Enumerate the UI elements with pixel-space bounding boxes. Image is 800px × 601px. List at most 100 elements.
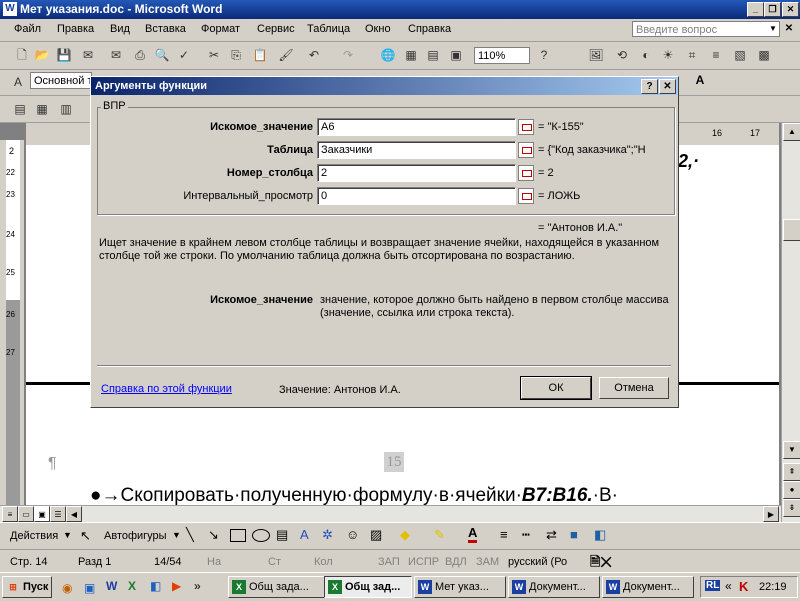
menu-tools[interactable]: Сервис [257, 23, 295, 35]
quicklaunch-app-icon[interactable]: ▶ [172, 579, 181, 593]
outline-view-icon[interactable]: ☰ [50, 506, 66, 522]
document-close-icon[interactable]: ✕ [782, 22, 796, 36]
email-icon[interactable]: ✉ [108, 47, 124, 63]
collapse-dialog-icon[interactable] [518, 165, 534, 181]
menu-edit[interactable]: Правка [57, 23, 94, 35]
select-browse-object-icon[interactable]: ● [783, 481, 800, 499]
minimize-button[interactable]: _ [747, 2, 764, 17]
line-style-icon[interactable]: ≡ [500, 527, 508, 542]
permission-icon[interactable]: ✉ [80, 47, 96, 63]
antivirus-icon[interactable]: K [739, 579, 748, 594]
scroll-right-icon[interactable]: ▶ [763, 506, 779, 522]
dialog-titlebar[interactable]: Аргументы функции [91, 77, 678, 95]
next-page-icon[interactable]: ⇟ [783, 499, 800, 517]
spelling-icon[interactable]: ✓ [176, 47, 192, 63]
cut-icon[interactable]: ✂ [206, 47, 222, 63]
actions-menu[interactable]: Действия [10, 530, 58, 542]
quicklaunch-desktop-icon[interactable]: ▣ [84, 581, 95, 595]
chevron-down-icon[interactable]: ▼ [172, 530, 181, 540]
tables-borders-icon[interactable]: ▦ [403, 47, 419, 63]
menu-help[interactable]: Справка [408, 23, 451, 35]
picture-icon[interactable]: 🖼 [588, 47, 604, 63]
quicklaunch-word-icon[interactable]: W [106, 579, 117, 593]
restore-button[interactable]: ❐ [764, 2, 781, 17]
menu-file[interactable]: Файл [14, 23, 41, 35]
font-color-icon[interactable]: A [692, 72, 708, 88]
normal-view-icon[interactable]: ≡ [2, 506, 18, 522]
redo-icon[interactable]: ↷ [340, 47, 356, 63]
quicklaunch-more-icon[interactable]: » [194, 579, 201, 593]
format-painter-icon[interactable]: 🖌 [278, 47, 294, 63]
field-icon[interactable]: ▤ [12, 101, 28, 117]
new-document-icon[interactable]: 🗋 [14, 47, 30, 63]
ask-question-input[interactable]: Введите вопрос [632, 21, 780, 37]
rectangle-icon[interactable] [230, 529, 246, 542]
font-color-icon[interactable]: A [468, 526, 478, 543]
menu-insert[interactable]: Вставка [145, 23, 186, 35]
taskbar-button-word-3[interactable]: W Документ... [602, 576, 694, 598]
oval-icon[interactable] [252, 529, 270, 542]
text-wrap-icon[interactable]: ▩ [756, 47, 772, 63]
scroll-down-icon[interactable]: ▼ [783, 441, 800, 459]
menu-table[interactable]: Таблица [307, 23, 350, 35]
horizontal-scrollbar[interactable]: ≡ ▭ ▣ ☰ ◀ ▶ [0, 505, 781, 522]
arrow-style-icon[interactable]: ⇄ [546, 527, 557, 543]
menu-view[interactable]: Вид [110, 23, 130, 35]
collapse-dialog-icon[interactable] [518, 142, 534, 158]
clipart-icon[interactable]: ☺ [346, 527, 359, 542]
dialog-close-button[interactable]: ✕ [659, 79, 676, 94]
web-view-icon[interactable]: ▭ [18, 506, 34, 522]
start-button[interactable]: ⊞ Пуск [2, 576, 52, 598]
status-extend[interactable]: ВДЛ [445, 556, 467, 568]
insert-table-icon[interactable]: ▤ [425, 47, 441, 63]
menu-format[interactable]: Формат [201, 23, 240, 35]
arg-input-col-index[interactable]: 2 [317, 164, 516, 182]
arg-input-table[interactable]: Заказчики [317, 141, 516, 159]
brightness-icon[interactable]: ☀ [660, 47, 676, 63]
dialog-help-button[interactable]: ? [641, 79, 658, 94]
copy-icon[interactable]: ⎘ [228, 47, 244, 63]
language-indicator[interactable]: RL [705, 580, 721, 591]
save-icon[interactable]: 💾 [56, 47, 72, 63]
hyperlink-icon[interactable]: 🌐 [380, 47, 396, 63]
taskbar-button-word-2[interactable]: W Документ... [508, 576, 600, 598]
shadow-icon[interactable]: ■ [570, 527, 578, 542]
autoshapes-menu[interactable]: Автофигуры [104, 530, 167, 542]
vertical-ruler[interactable]: 2 22 23 24 25 26 27 [0, 140, 24, 525]
scroll-thumb[interactable] [783, 219, 800, 241]
print-layout-icon[interactable]: ▣ [34, 506, 50, 522]
status-rec[interactable]: ЗАП [378, 556, 400, 568]
tray-expand-icon[interactable]: « [725, 579, 732, 593]
contrast-icon[interactable]: ◐ [638, 47, 654, 63]
paste-icon[interactable]: 📋 [252, 47, 268, 63]
styles-icon[interactable]: A [10, 74, 26, 90]
line-style-icon[interactable]: ≡ [708, 47, 724, 63]
dash-style-icon[interactable]: ┅ [522, 527, 530, 543]
print-preview-icon[interactable]: 🔍 [154, 47, 170, 63]
taskbar-button-excel-1[interactable]: X Общ зада... [228, 576, 332, 598]
cancel-button[interactable]: Отмена [599, 377, 669, 399]
word-app-icon[interactable]: W [3, 2, 17, 16]
insert-excel-icon[interactable]: ▣ [448, 47, 464, 63]
previous-page-icon[interactable]: ⇞ [783, 463, 800, 481]
wordart-icon[interactable]: A [300, 527, 309, 542]
quicklaunch-media-icon[interactable]: ◧ [150, 579, 161, 593]
help-icon[interactable]: ? [536, 47, 552, 63]
crop-icon[interactable]: ⌗ [684, 47, 700, 63]
arg-input-range-lookup[interactable]: 0 [317, 187, 516, 205]
taskbar-button-excel-2[interactable]: X Общ зад... [324, 576, 412, 598]
rotate-icon[interactable]: ⟲ [614, 47, 630, 63]
3d-icon[interactable]: ◧ [594, 527, 606, 543]
taskbar-button-word-1[interactable]: W Мет указ... [414, 576, 506, 598]
select-objects-icon[interactable]: ↖ [80, 528, 91, 544]
status-overtype[interactable]: ЗАМ [476, 556, 499, 568]
compress-icon[interactable]: ▧ [732, 47, 748, 63]
print-icon[interactable]: ⎙ [132, 47, 148, 63]
window-titlebar[interactable]: W Мет указания.doc - Microsoft Word _ ❐ … [0, 0, 800, 19]
zoom-select[interactable]: 110% [474, 47, 530, 64]
scroll-left-icon[interactable]: ◀ [66, 506, 82, 522]
vertical-scrollbar[interactable]: ▲ ▼ ⇞ ● ⇟ [781, 123, 800, 523]
open-folder-icon[interactable]: 📂 [34, 47, 50, 63]
quicklaunch-browser-icon[interactable]: ◉ [62, 581, 72, 595]
collapse-dialog-icon[interactable] [518, 119, 534, 135]
